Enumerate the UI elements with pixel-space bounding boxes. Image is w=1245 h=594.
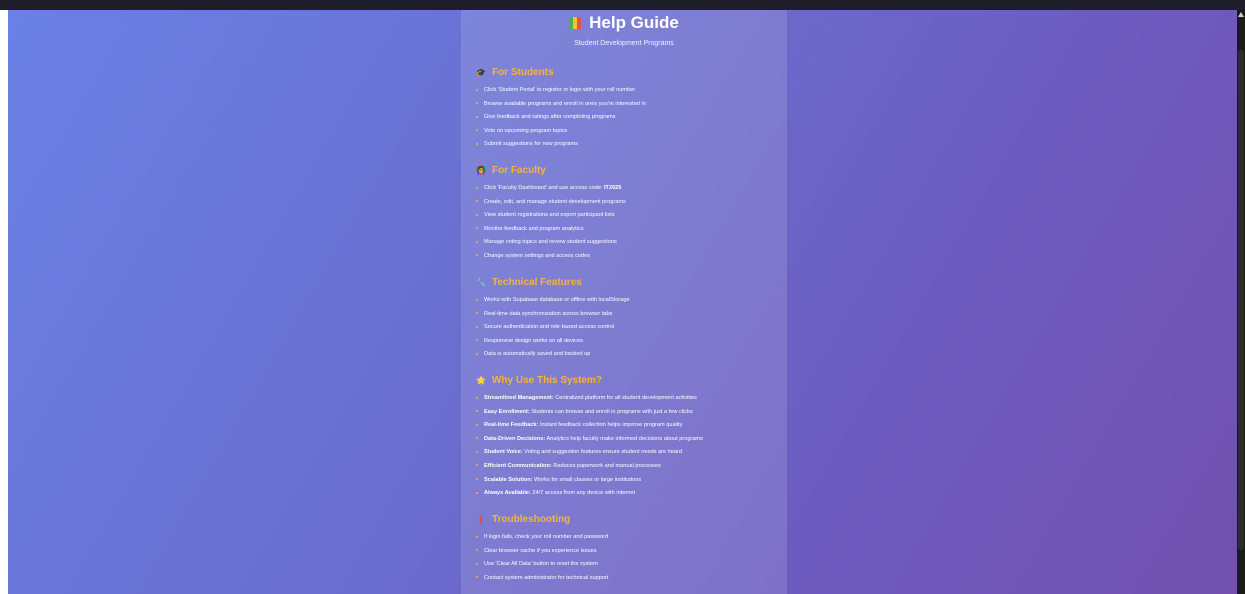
list-item: Use 'Clear All Data' button to reset the… xyxy=(476,558,776,572)
graduation-cap-icon: 🎓 xyxy=(476,68,486,77)
page-title: Help Guide xyxy=(461,13,787,33)
list-item: Submit suggestions for new programs xyxy=(476,138,776,152)
section-heading: 🌟 Why Use This System? xyxy=(476,375,602,386)
list-item: Real-time Feedback: Instant feedback col… xyxy=(476,419,776,433)
section-heading: 👩‍🏫 For Faculty xyxy=(476,165,546,176)
page-viewport: Help Guide Student Development Programs … xyxy=(8,10,1237,594)
list-item: If login fails, check your roll number a… xyxy=(476,531,776,545)
help-guide-panel: Help Guide Student Development Programs … xyxy=(461,10,787,594)
section-heading: 🎓 For Students xyxy=(476,67,554,78)
list-item: Works with Supabase database or offline … xyxy=(476,294,776,308)
list-item: Scalable Solution: Works for small class… xyxy=(476,474,776,488)
list-item: Clear browser cache if you experience is… xyxy=(476,545,776,559)
section-heading: ❗ Troubleshooting xyxy=(476,514,571,525)
list-item: Student Voice: Voting and suggestion fea… xyxy=(476,446,776,460)
section-list: Streamlined Management: Centralized plat… xyxy=(476,392,776,501)
teacher-icon: 👩‍🏫 xyxy=(476,166,486,175)
section-list: Works with Supabase database or offline … xyxy=(476,294,776,362)
list-item: Click 'Faculty Dashboard' and use access… xyxy=(476,182,776,196)
list-item: Real-time data synchronization across br… xyxy=(476,308,776,322)
section-list: Click 'Faculty Dashboard' and use access… xyxy=(476,182,776,264)
list-item: Click 'Student Portal' to register or lo… xyxy=(476,84,776,98)
browser-top-bar xyxy=(0,0,1245,10)
list-item: Manage voting topics and review student … xyxy=(476,236,776,250)
section-list: Click 'Student Portal' to register or lo… xyxy=(476,84,776,152)
section-heading: 🔧 Technical Features xyxy=(476,277,582,288)
section-troubleshooting: ❗ Troubleshooting If login fails, check y… xyxy=(476,513,776,585)
star-icon: 🌟 xyxy=(476,376,486,385)
list-item: Create, edit, and manage student develop… xyxy=(476,196,776,210)
list-item: Contact system administrator for technic… xyxy=(476,572,776,586)
section-technical-features: 🔧 Technical Features Works with Supabase … xyxy=(476,276,776,362)
list-item: Data-Driven Decisions: Analytics help fa… xyxy=(476,433,776,447)
list-item: Browse available programs and enroll in … xyxy=(476,98,776,112)
list-item: View student registrations and export pa… xyxy=(476,209,776,223)
list-item: Secure authentication and role-based acc… xyxy=(476,321,776,335)
scrollbar-thumb[interactable] xyxy=(1238,50,1244,550)
list-item: Responsive design works on all devices xyxy=(476,335,776,349)
alert-icon: ❗ xyxy=(476,515,486,524)
section-why-use: 🌟 Why Use This System? Streamlined Manage… xyxy=(476,374,776,501)
section-for-students: 🎓 For Students Click 'Student Portal' to … xyxy=(476,66,776,152)
section-list: If login fails, check your roll number a… xyxy=(476,531,776,585)
page-title-text: Help Guide xyxy=(589,13,679,32)
wrench-icon: 🔧 xyxy=(476,278,486,287)
list-item: Always Available: 24/7 access from any d… xyxy=(476,487,776,501)
vertical-scrollbar[interactable] xyxy=(1237,10,1245,594)
list-item: Efficient Communication: Reduces paperwo… xyxy=(476,460,776,474)
section-for-faculty: 👩‍🏫 For Faculty Click 'Faculty Dashboard'… xyxy=(476,164,776,264)
page-subtitle: Student Development Programs xyxy=(574,40,674,47)
list-item: Data is automatically saved and backed u… xyxy=(476,348,776,362)
list-item: Monitor feedback and program analytics xyxy=(476,223,776,237)
list-item: Easy Enrollment: Students can browse and… xyxy=(476,406,776,420)
list-item: Vote on upcoming program topics xyxy=(476,125,776,139)
books-icon xyxy=(569,17,582,29)
scroll-up-arrow-icon[interactable] xyxy=(1238,12,1244,17)
list-item: Change system settings and access codes xyxy=(476,250,776,264)
list-item: Give feedback and ratings after completi… xyxy=(476,111,776,125)
list-item: Streamlined Management: Centralized plat… xyxy=(476,392,776,406)
